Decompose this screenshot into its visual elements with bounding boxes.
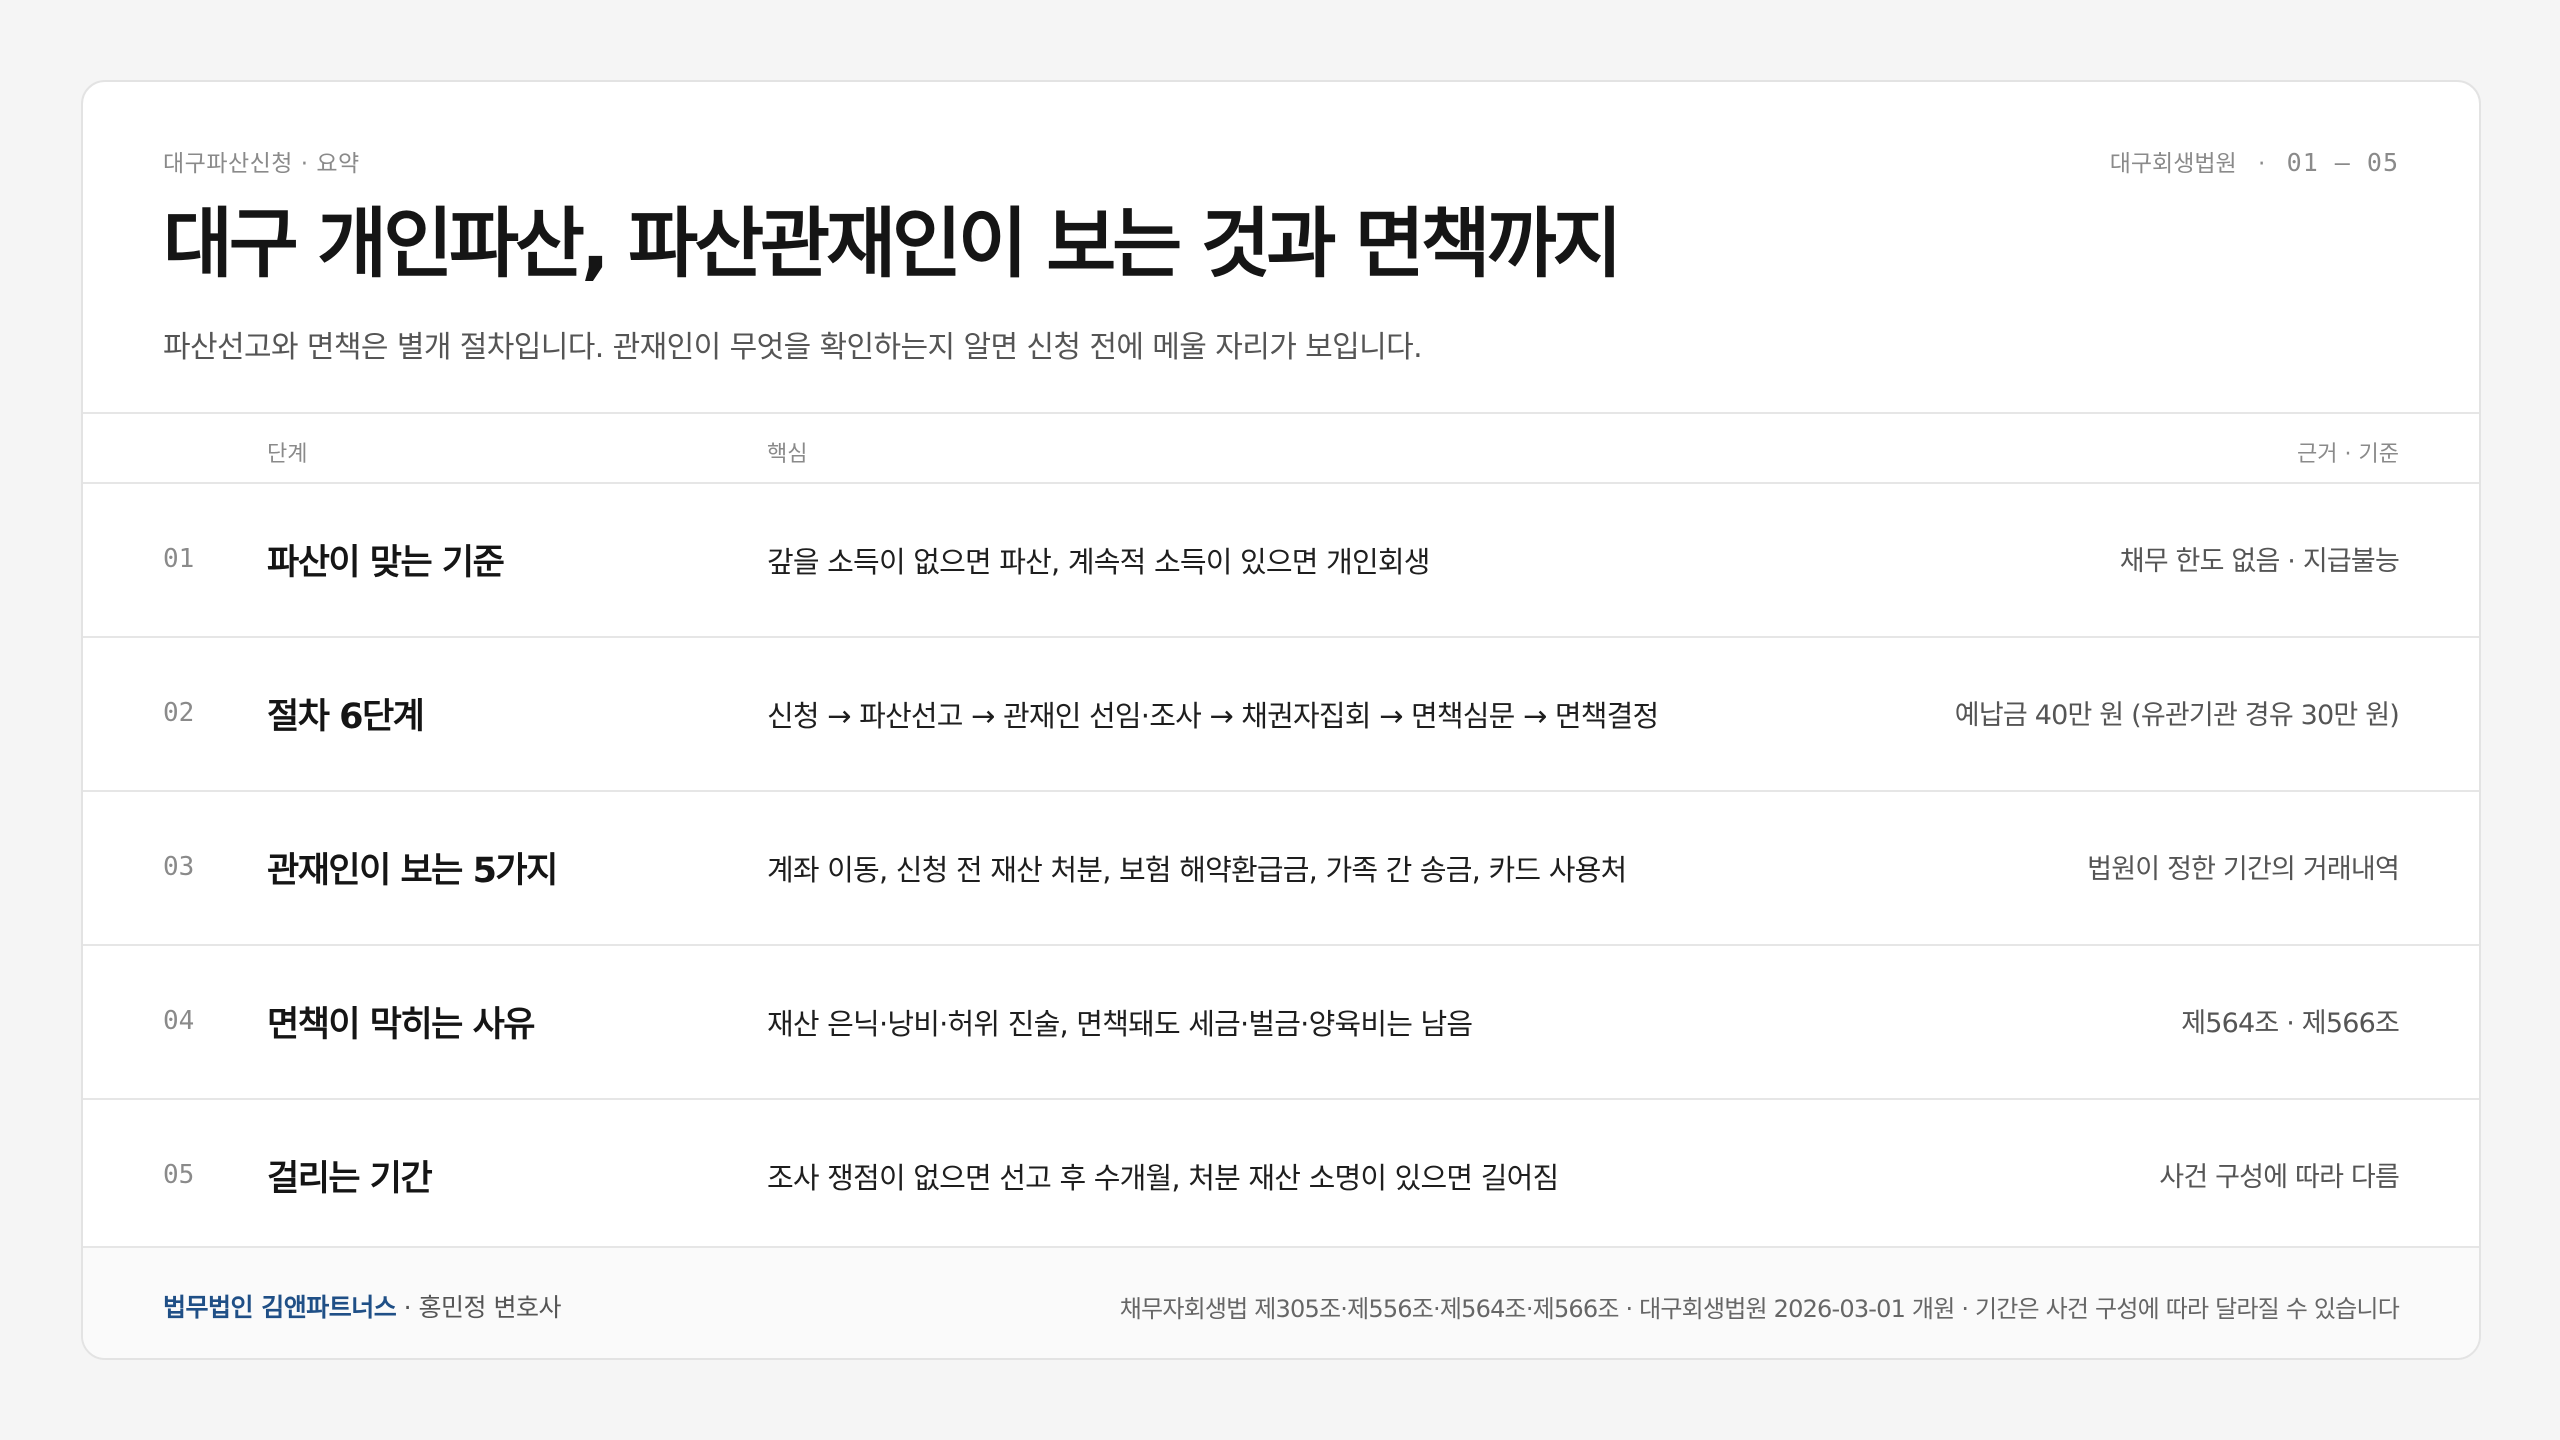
eyebrow-label: 대구파산신청 · 요약	[163, 151, 360, 177]
table-row: 01 파산이 맞는 기준 갚을 소득이 없으면 파산, 계속적 소득이 있으면 …	[83, 484, 2479, 638]
table-row: 03 관재인이 보는 5가지 계좌 이동, 신청 전 재산 처분, 보험 해약환…	[83, 792, 2479, 946]
row-core-text: 신청 → 파산선고 → 관재인 선임·조사 → 채권자집회 → 면책심문 → 면…	[767, 699, 1659, 733]
table-row: 04 면책이 막히는 사유 재산 은닉·낭비·허위 진술, 면책돼도 세금·벌금…	[83, 946, 2479, 1100]
meta-separator: ·	[2258, 151, 2266, 177]
page-meta: 대구회생법원 · 01 — 05	[2110, 144, 2399, 178]
table-row: 05 걸리는 기간 조사 쟁점이 없으면 선고 후 수개월, 처분 재산 소명이…	[83, 1100, 2479, 1252]
card-header: 대구파산신청 · 요약 대구회생법원 · 01 — 05 대구 개인파산, 파산…	[83, 82, 2479, 412]
row-step-name: 절차 6단계	[267, 697, 425, 737]
row-number: 05	[163, 1160, 195, 1190]
row-number: 02	[163, 698, 195, 728]
row-number: 03	[163, 852, 195, 882]
row-basis-text: 예납금 40만 원 (유관기관 경유 30만 원)	[1954, 700, 2400, 731]
page-title: 대구 개인파산, 파산관재인이 보는 것과 면책까지	[163, 199, 1623, 288]
footer-note: 채무자회생법 제305조·제556조·제564조·제566조 · 대구회생법원 …	[1119, 1295, 2400, 1323]
footer-attribution: 법무법인 김앤파트너스 · 홍민정 변호사	[163, 1288, 562, 1324]
row-core-text: 갚을 소득이 없으면 파산, 계속적 소득이 있으면 개인회생	[767, 545, 1430, 579]
row-core-text: 조사 쟁점이 없으면 선고 후 수개월, 처분 재산 소명이 있으면 길어짐	[767, 1161, 1559, 1195]
row-step-name: 면책이 막히는 사유	[267, 1005, 535, 1045]
row-number: 04	[163, 1006, 195, 1036]
row-basis-text: 사건 구성에 따라 다름	[2159, 1162, 2400, 1193]
firm-name: 법무법인 김앤파트너스	[163, 1293, 397, 1322]
row-core-text: 계좌 이동, 신청 전 재산 처분, 보험 해약환급금, 가족 간 송금, 카드…	[767, 853, 1627, 887]
summary-card: 대구파산신청 · 요약 대구회생법원 · 01 — 05 대구 개인파산, 파산…	[81, 80, 2481, 1360]
column-header-core: 핵심	[767, 442, 808, 467]
page-subtitle: 파산선고와 면책은 별개 절차입니다. 관재인이 무엇을 확인하는지 알면 신청…	[163, 330, 1423, 365]
table-header: 단계 핵심 근거 · 기준	[83, 412, 2479, 484]
table-row: 02 절차 6단계 신청 → 파산선고 → 관재인 선임·조사 → 채권자집회 …	[83, 638, 2479, 792]
card-footer: 법무법인 김앤파트너스 · 홍민정 변호사 채무자회생법 제305조·제556조…	[83, 1246, 2479, 1358]
row-number: 01	[163, 544, 195, 574]
row-step-name: 파산이 맞는 기준	[267, 543, 505, 583]
row-core-text: 재산 은닉·낭비·허위 진술, 면책돼도 세금·벌금·양육비는 남음	[767, 1007, 1473, 1041]
column-header-step: 단계	[267, 442, 308, 467]
row-step-name: 관재인이 보는 5가지	[267, 851, 558, 891]
row-basis-text: 제564조 · 제566조	[2181, 1008, 2400, 1039]
row-step-name: 걸리는 기간	[267, 1159, 433, 1199]
table-body: 01 파산이 맞는 기준 갚을 소득이 없으면 파산, 계속적 소득이 있으면 …	[83, 484, 2479, 1252]
lawyer-name: · 홍민정 변호사	[396, 1293, 562, 1322]
page-range: 01 — 05	[2286, 148, 2399, 177]
row-basis-text: 법원이 정한 기간의 거래내역	[2087, 854, 2400, 885]
row-basis-text: 채무 한도 없음 · 지급불능	[2119, 546, 2400, 577]
court-name: 대구회생법원	[2109, 151, 2237, 177]
column-header-basis: 근거 · 기준	[2297, 442, 2399, 467]
